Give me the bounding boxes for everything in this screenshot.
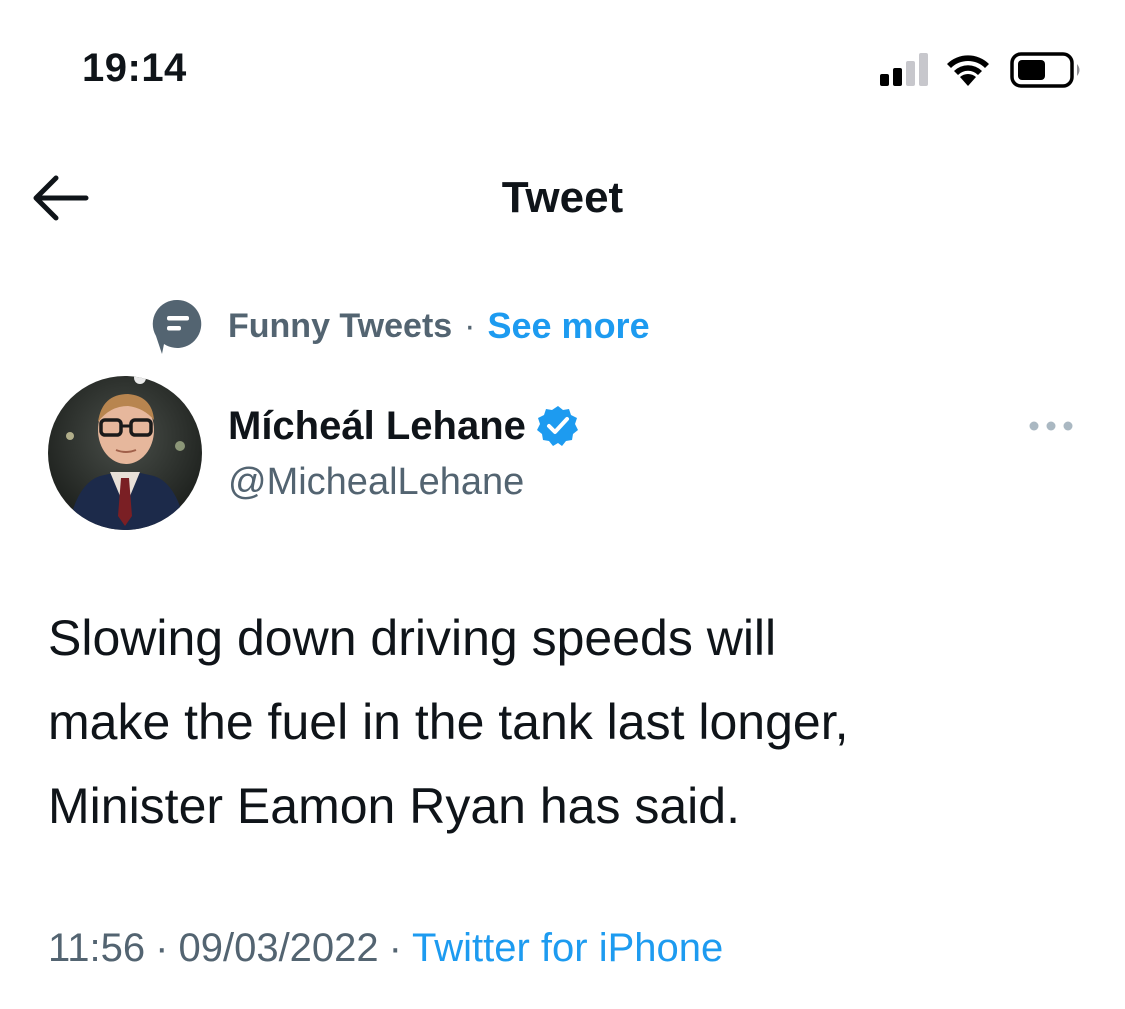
more-icon[interactable] xyxy=(1026,408,1076,444)
page-title: Tweet xyxy=(501,173,624,222)
meta-separator: · xyxy=(388,926,402,970)
topic-context: Funny Tweets · See more xyxy=(150,296,650,356)
topic-separator: · xyxy=(464,306,476,345)
tweet-meta: 11:56 · 09/03/2022 · Twitter for iPhone xyxy=(48,922,723,974)
avatar[interactable] xyxy=(48,376,202,530)
status-icons xyxy=(880,52,1080,88)
signal-icon xyxy=(880,53,928,86)
meta-separator: · xyxy=(155,926,169,970)
tweet-time: 11:56 xyxy=(48,926,146,970)
verified-badge-icon xyxy=(536,406,578,446)
wifi-icon xyxy=(947,55,989,86)
topic-name[interactable]: Funny Tweets xyxy=(228,307,452,346)
tweet-text: Slowing down driving speeds will make th… xyxy=(48,596,1098,848)
battery-icon xyxy=(1010,52,1080,88)
tweet-date: 09/03/2022 xyxy=(178,926,379,970)
tweet-text-line: Minister Eamon Ryan has said. xyxy=(48,778,740,834)
tweet-text-line: make the fuel in the tank last longer, xyxy=(48,694,849,750)
see-more-link[interactable]: See more xyxy=(488,305,650,347)
author-handle[interactable]: @MichealLehane xyxy=(228,458,524,506)
tweet-text-line: Slowing down driving speeds will xyxy=(48,610,777,666)
author-name-row[interactable]: Mícheál Lehane xyxy=(228,400,580,452)
tweet-source-link[interactable]: Twitter for iPhone xyxy=(412,926,723,970)
status-time: 19:14 xyxy=(82,46,187,90)
topic-icon xyxy=(152,299,202,354)
author-name[interactable]: Mícheál Lehane xyxy=(228,400,526,452)
